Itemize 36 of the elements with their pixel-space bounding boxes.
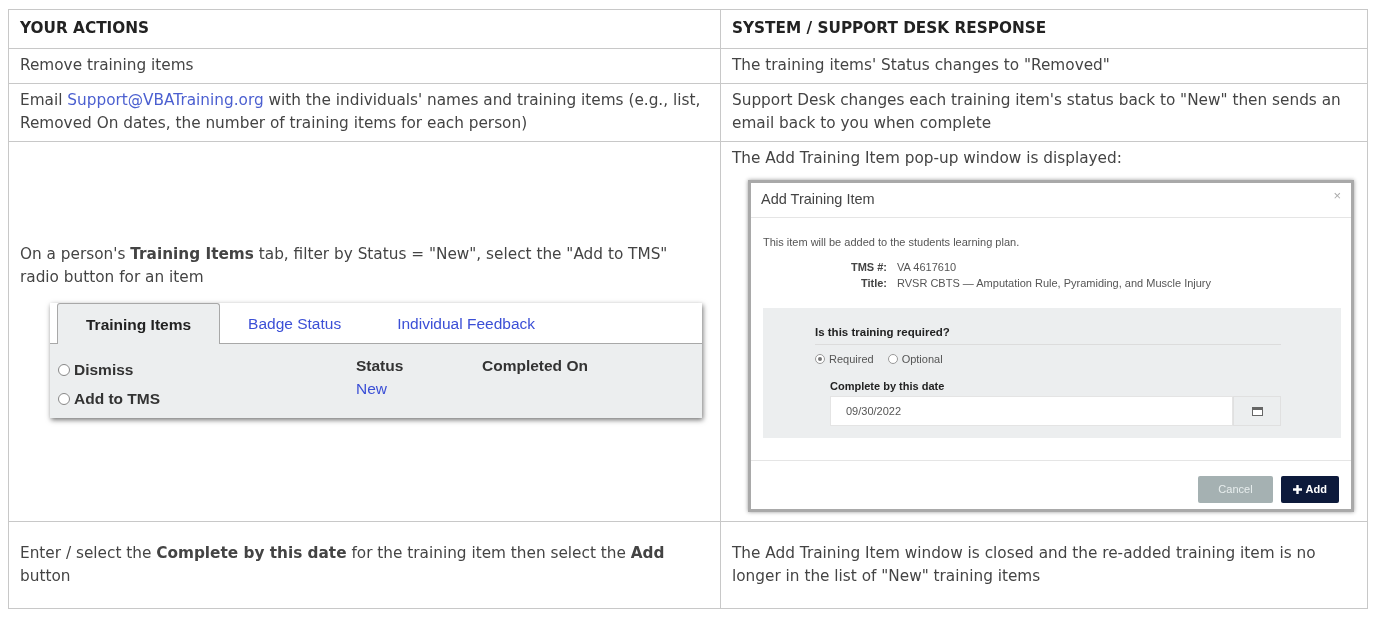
action-text: Email Support@VBATraining.org with the individuals' names and training items (e.g., list, Removed On dates, the number of training items for each person) (8, 83, 721, 142)
column-header: Status (356, 356, 405, 377)
response-text: The Add Training Item window is closed and the re-added training item is no longer in the list of "New" training items (720, 521, 1368, 609)
radio-button[interactable] (58, 363, 70, 376)
radio-button[interactable] (58, 393, 70, 406)
column-header: Completed On (482, 356, 589, 377)
date-label: Complete by this date (830, 378, 946, 394)
dialog-title: Add Training Item (761, 189, 875, 209)
radio-label: Required (829, 352, 874, 368)
field-value: RVSR CBTS — Amputation Rule, Pyramiding, and Muscle Injury (897, 276, 1213, 292)
radio-button[interactable] (887, 354, 898, 365)
plus-icon (1292, 484, 1302, 494)
add-button[interactable]: Add (1280, 476, 1339, 503)
question-label: Is this training required? (815, 323, 1281, 346)
dialog-intro: This item will be added to the students learning plan. (763, 235, 1021, 251)
field-label: Title: (859, 276, 887, 292)
radio-label: Optional (901, 352, 943, 368)
column-header: SYSTEM / SUPPORT DESK RESPONSE (720, 9, 1368, 49)
radio-label: Dismiss (74, 360, 134, 381)
radio-label: Add to TMS (74, 389, 161, 410)
action-text: Enter / select the Complete by this date for the training item then select the Add button (8, 521, 721, 609)
status-link[interactable]: New (356, 377, 482, 401)
calendar-icon (1251, 406, 1263, 417)
tab[interactable]: Training Items (57, 303, 221, 345)
email-link[interactable]: Support@VBATraining.org (67, 90, 264, 109)
calendar-button[interactable] (1233, 396, 1281, 427)
response-text: Support Desk changes each training item's status back to "New" then sends an email back to you when complete (720, 83, 1368, 142)
field-label: TMS #: (849, 259, 887, 275)
response-text: The training items' Status changes to "Removed" (720, 48, 1368, 84)
action-text: On a person's Training Items tab, filter by Status = "New", select the "Add to TMS" radio button for an item (20, 244, 669, 289)
date-field[interactable]: 09/30/2022 (830, 396, 1233, 427)
column-header: YOUR ACTIONS (8, 9, 721, 49)
radio-button[interactable] (815, 354, 825, 365)
response-text: The Add Training Item pop-up window is displayed: (732, 147, 1123, 169)
field-value: VA 4617610 (897, 259, 958, 275)
action-text: Remove training items (8, 48, 721, 84)
